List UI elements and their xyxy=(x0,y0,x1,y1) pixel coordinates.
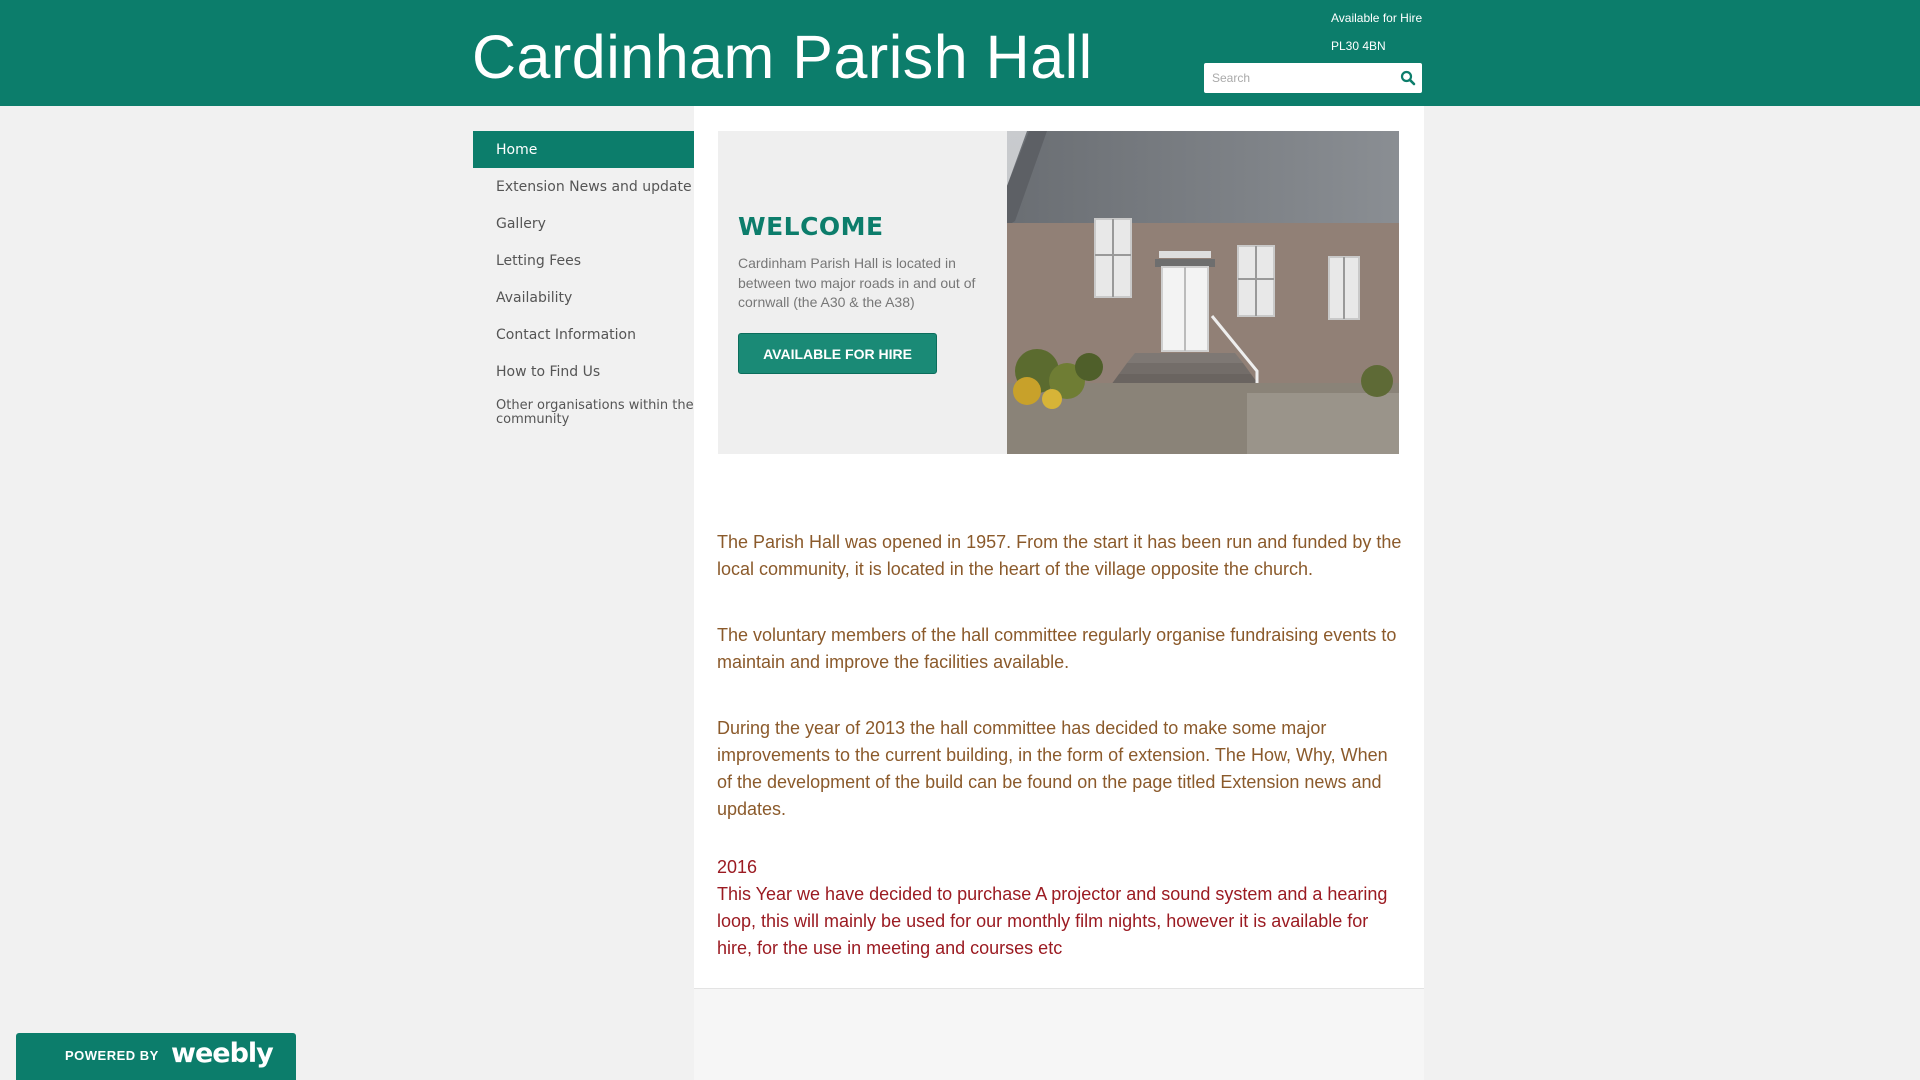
nav-item-extension-news[interactable]: Extension News and update xyxy=(473,168,694,205)
nav-item-availability[interactable]: Availability xyxy=(473,279,694,316)
weebly-logo: weebly xyxy=(171,1038,274,1069)
parish-hall-photo xyxy=(1007,131,1399,454)
welcome-heading: WELCOME xyxy=(738,212,884,241)
projector-paragraph: This Year we have decided to purchase A … xyxy=(717,884,1388,958)
powered-by-weebly-badge[interactable]: POWERED BY weebly xyxy=(16,1033,296,1080)
site-header: Cardinham Parish Hall Available for Hire… xyxy=(0,0,1920,106)
search-box xyxy=(1204,63,1422,93)
welcome-text: Cardinham Parish Hall is located in betw… xyxy=(738,255,976,310)
site-title[interactable]: Cardinham Parish Hall xyxy=(472,22,1093,92)
extension-paragraph: During the year of 2013 the hall committ… xyxy=(717,718,1388,819)
powered-by-text: POWERED BY xyxy=(65,1048,159,1063)
year-heading: 2016 xyxy=(717,857,758,877)
nav-item-home[interactable]: Home xyxy=(473,131,694,168)
committee-paragraph: The voluntary members of the hall commit… xyxy=(717,625,1397,672)
main-content: WELCOME Cardinham Parish Hall is located… xyxy=(694,106,1424,988)
nav-item-contact[interactable]: Contact Information xyxy=(473,316,694,353)
history-paragraph: The Parish Hall was opened in 1957. From… xyxy=(717,532,1402,579)
nav-item-letting-fees[interactable]: Letting Fees xyxy=(473,242,694,279)
search-icon[interactable] xyxy=(1400,70,1416,86)
footer-area xyxy=(694,988,1424,1080)
search-input[interactable] xyxy=(1204,63,1394,93)
nav-item-other-organisations[interactable]: Other organisations within the community xyxy=(473,390,694,436)
sidebar-nav: Home Extension News and update Gallery L… xyxy=(473,131,694,436)
nav-item-gallery[interactable]: Gallery xyxy=(473,205,694,242)
header-availability-text: Available for Hire xyxy=(1331,11,1423,25)
welcome-banner: WELCOME Cardinham Parish Hall is located… xyxy=(718,131,1399,454)
header-postcode-text: PL30 4BN xyxy=(1331,39,1386,53)
available-for-hire-button[interactable]: AVAILABLE FOR HIRE xyxy=(738,333,937,374)
nav-item-how-to-find-us[interactable]: How to Find Us xyxy=(473,353,694,390)
